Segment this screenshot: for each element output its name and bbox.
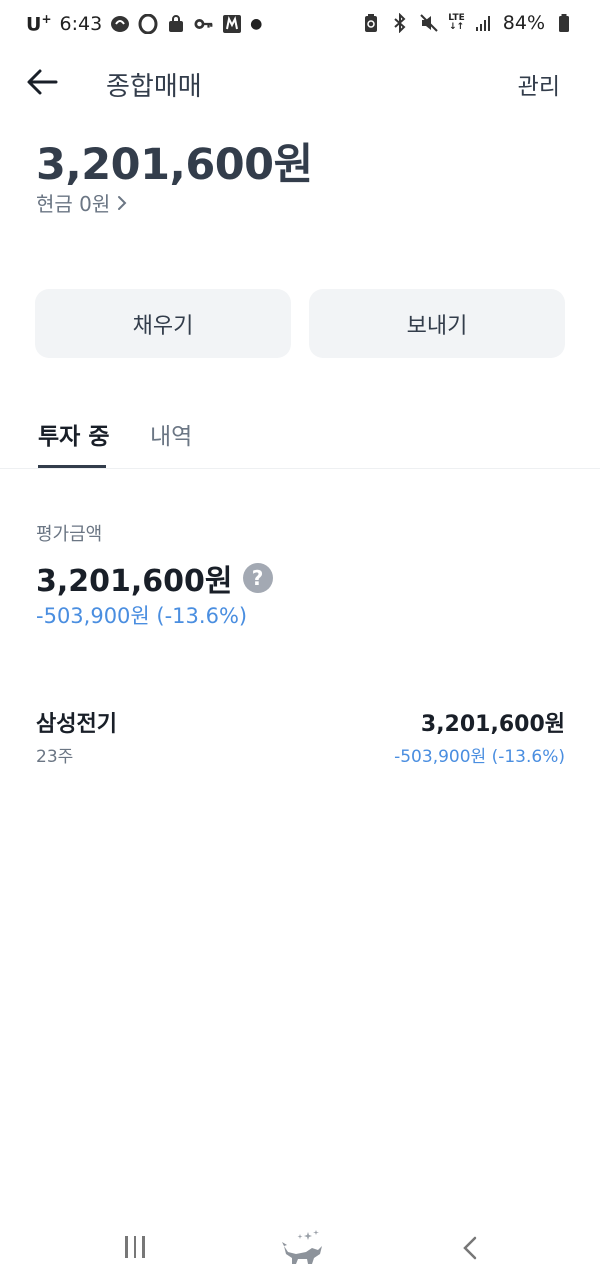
tab-investing[interactable]: 투자 중 (38, 417, 110, 451)
page-title: 종합매매 (106, 72, 202, 102)
opera-icon (138, 13, 158, 34)
send-button[interactable]: 보내기 (309, 289, 565, 358)
status-left: U+ 6:43 ● (26, 12, 262, 35)
fox-home-icon (282, 1230, 322, 1264)
carrier-label: U+ (26, 12, 52, 36)
cash-balance-link[interactable]: 현금 0원 (36, 188, 128, 217)
fill-button[interactable]: 채우기 (35, 289, 291, 358)
m-app-icon (222, 14, 242, 34)
active-tab-indicator (38, 465, 106, 468)
status-time: 6:43 (59, 12, 103, 35)
home-button[interactable] (278, 1228, 326, 1268)
holding-value: 3,201,600원 (420, 712, 565, 737)
signal-icon (474, 13, 494, 33)
evaluation-change: -503,900원 (-13.6%) (36, 604, 248, 628)
top-app-bar: 종합매매 관리 (0, 52, 600, 112)
battery-saver-icon (361, 13, 381, 33)
status-right: LTE ↓↑ 84% (361, 12, 574, 34)
evaluation-amount: 3,201,600원 (36, 564, 233, 599)
recent-apps-button[interactable] (122, 1236, 148, 1262)
battery-percent: 84% (502, 12, 545, 34)
mute-icon (419, 13, 439, 33)
chevron-right-icon (118, 195, 127, 210)
total-balance: 3,201,600원 (36, 140, 313, 190)
manage-button[interactable]: 관리 (518, 67, 560, 101)
holding-quantity: 23주 (36, 747, 74, 767)
help-icon[interactable]: ? (242, 563, 273, 593)
chat-app-icon (110, 14, 130, 34)
holding-change: -503,900원 (-13.6%) (394, 747, 565, 767)
holding-name: 삼성전기 (36, 712, 117, 737)
evaluation-amount-row: 3,201,600원 ? (36, 556, 273, 600)
cash-balance-label: 현금 0원 (36, 192, 111, 216)
bluetooth-icon (390, 13, 410, 33)
system-nav-bar (0, 1218, 600, 1286)
status-bar: U+ 6:43 ● LTE ↓↑ 84% (0, 0, 600, 52)
tab-bar: 투자 중 내역 (0, 400, 600, 469)
arrow-left-icon (27, 69, 58, 95)
key-icon (194, 14, 214, 34)
evaluation-label: 평가금액 (36, 524, 103, 545)
tab-history[interactable]: 내역 (150, 417, 192, 451)
system-back-button[interactable] (458, 1234, 484, 1262)
shopping-bag-icon (166, 14, 186, 34)
lte-icon: LTE ↓↑ (448, 13, 465, 32)
holding-row[interactable]: 삼성전기 23주 3,201,600원 -503,900원 (-13.6%) (0, 700, 600, 780)
more-notifications-dot-icon: ● (250, 15, 263, 32)
back-button[interactable] (24, 64, 60, 100)
battery-icon (554, 13, 574, 33)
chevron-left-icon (463, 1236, 477, 1260)
